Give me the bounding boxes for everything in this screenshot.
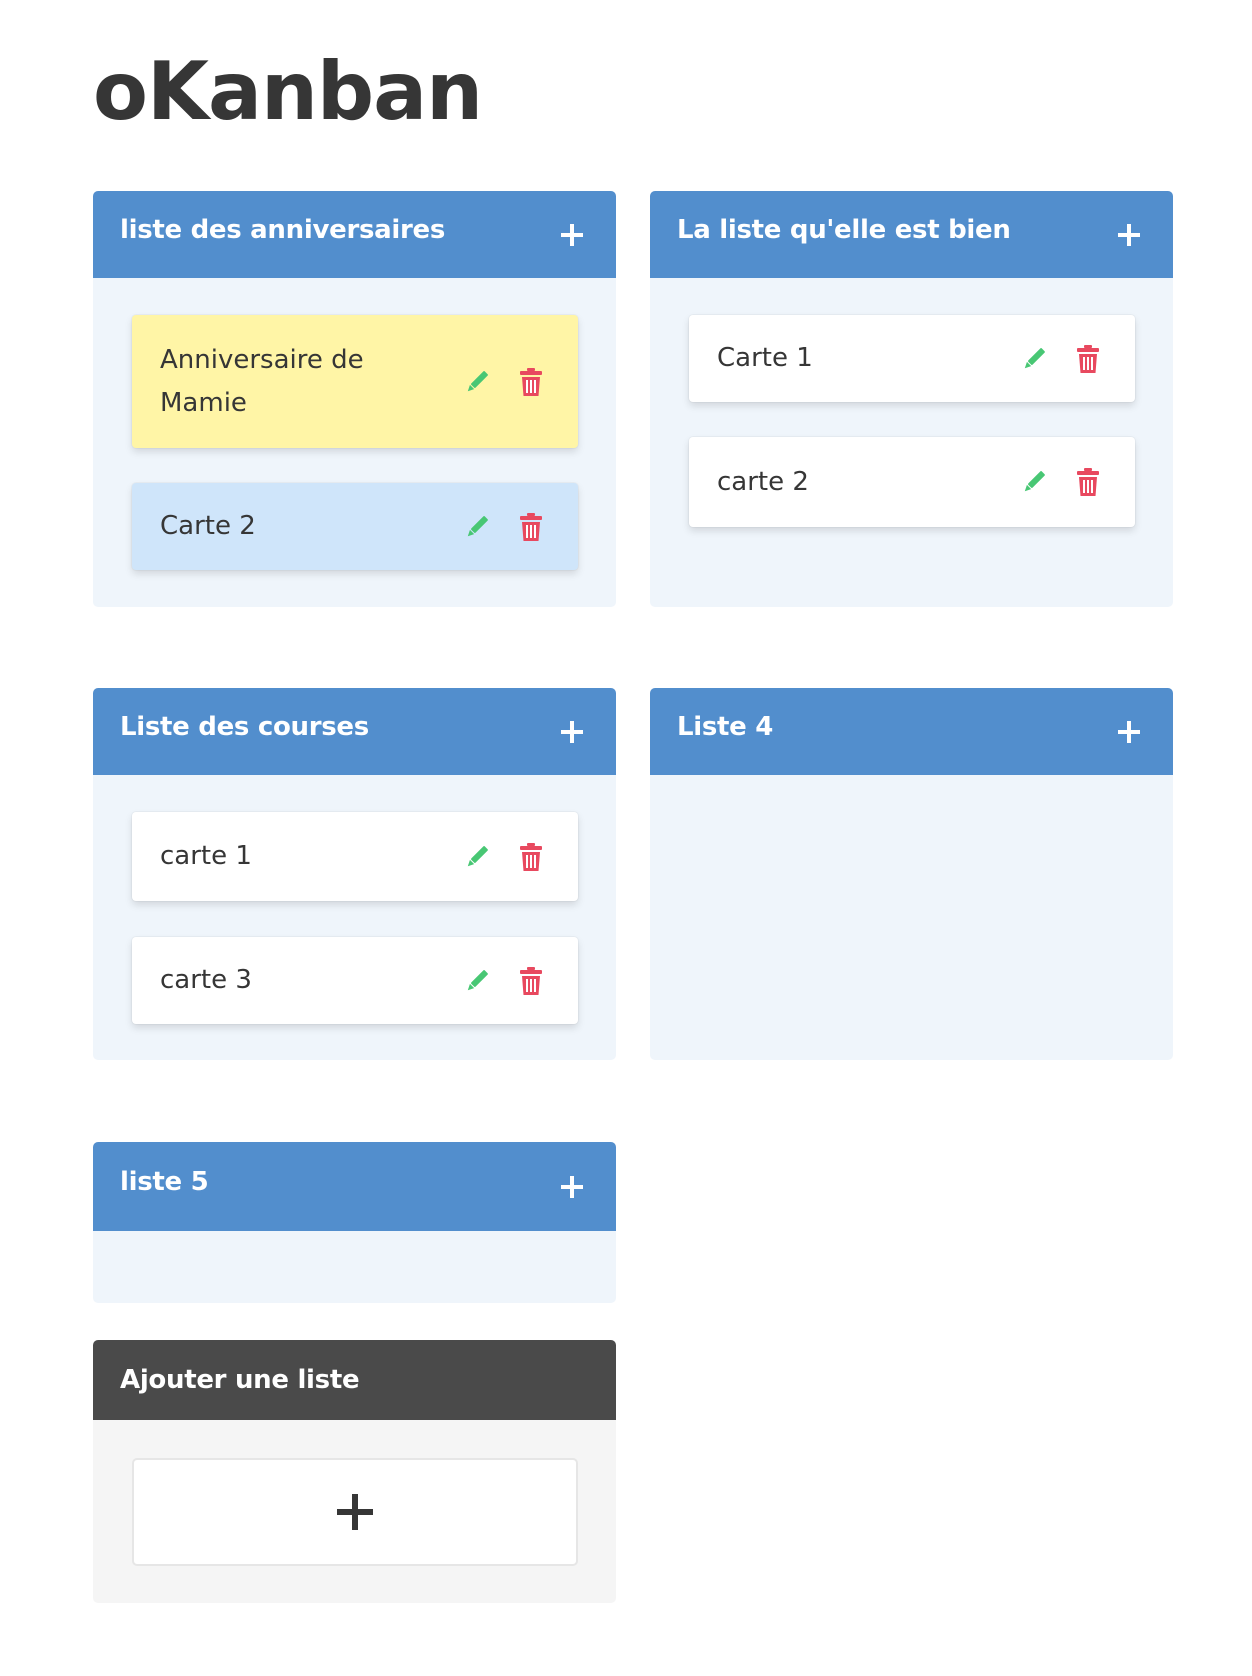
list-header: liste des anniversaires: [93, 191, 616, 278]
add-card-button[interactable]: [556, 219, 588, 251]
add-card-button[interactable]: [556, 1171, 588, 1203]
add-card-button[interactable]: [1113, 716, 1145, 748]
kanban-page: oKanban liste des anniversaires Annivers…: [0, 0, 1252, 1676]
list-header: Liste des courses: [93, 688, 616, 775]
edit-card-button[interactable]: [462, 965, 492, 997]
card[interactable]: carte 3: [132, 937, 578, 1024]
edit-card-button[interactable]: [1019, 466, 1049, 498]
list-header: Liste 4: [650, 688, 1173, 775]
add-list-panel: Ajouter une liste: [93, 1340, 616, 1603]
pencil-icon: [1024, 471, 1045, 492]
trash-icon: [1077, 468, 1099, 496]
trash-icon: [1077, 344, 1099, 373]
delete-card-button[interactable]: [516, 366, 546, 398]
card-text: Carte 2: [160, 511, 256, 541]
card-text: carte 3: [160, 965, 252, 995]
add-card-button[interactable]: [1113, 219, 1145, 251]
add-card-button[interactable]: [556, 716, 588, 748]
list-title[interactable]: Liste des courses: [120, 712, 556, 742]
list-header: La liste qu'elle est bien: [650, 191, 1173, 278]
edit-card-button[interactable]: [1019, 343, 1049, 375]
delete-card-button[interactable]: [516, 511, 546, 543]
delete-card-button[interactable]: [516, 841, 546, 873]
pencil-icon: [467, 845, 488, 866]
list-header: liste 5: [93, 1142, 616, 1231]
plus-icon: [1118, 720, 1140, 743]
delete-card-button[interactable]: [1073, 343, 1103, 375]
trash-icon: [520, 842, 542, 871]
app-title: oKanban: [93, 45, 483, 138]
card-actions: [462, 841, 546, 873]
card-actions: [462, 965, 546, 997]
card[interactable]: Carte 1: [689, 315, 1135, 402]
trash-icon: [520, 367, 542, 396]
card[interactable]: carte 1: [132, 812, 578, 901]
card-actions: [462, 511, 546, 543]
add-list-button[interactable]: [132, 1458, 578, 1566]
plus-icon: [1118, 223, 1140, 246]
pencil-icon: [467, 969, 488, 990]
card[interactable]: carte 2: [689, 437, 1135, 527]
list-title[interactable]: liste 5: [120, 1167, 556, 1197]
pencil-icon: [467, 515, 488, 536]
trash-icon: [520, 966, 542, 995]
card-text: Carte 1: [717, 343, 813, 373]
card-text: Anniversaire de Mamie: [160, 344, 364, 418]
plus-icon: [561, 223, 583, 246]
pencil-icon: [467, 370, 488, 391]
add-list-title: Ajouter une liste: [120, 1365, 360, 1395]
pencil-icon: [1024, 347, 1045, 368]
edit-card-button[interactable]: [462, 366, 492, 398]
delete-card-button[interactable]: [1073, 466, 1103, 498]
card-actions: [1019, 343, 1103, 375]
list-liste-5: liste 5: [93, 1142, 616, 1303]
edit-card-button[interactable]: [462, 841, 492, 873]
list-title[interactable]: Liste 4: [677, 712, 1113, 742]
list-liste-4: Liste 4: [650, 688, 1173, 1060]
card-text: carte 1: [160, 841, 252, 871]
list-courses: Liste des courses carte 1 carte 3: [93, 688, 616, 1060]
list-title[interactable]: liste des anniversaires: [120, 215, 556, 245]
card-actions: [462, 366, 546, 398]
delete-card-button[interactable]: [516, 965, 546, 997]
add-list-header: Ajouter une liste: [93, 1340, 616, 1420]
plus-icon: [337, 1494, 373, 1530]
edit-card-button[interactable]: [462, 511, 492, 543]
trash-icon: [520, 512, 542, 541]
list-title[interactable]: La liste qu'elle est bien: [677, 215, 1113, 245]
plus-icon: [561, 1175, 583, 1198]
card[interactable]: Carte 2: [132, 483, 578, 570]
list-anniversaires: liste des anniversaires Anniversaire de …: [93, 191, 616, 607]
card[interactable]: Anniversaire de Mamie: [132, 315, 578, 448]
list-la-liste-quelle-est-bien: La liste qu'elle est bien Carte 1 carte …: [650, 191, 1173, 607]
card-text: carte 2: [717, 466, 809, 497]
card-actions: [1019, 466, 1103, 498]
plus-icon: [561, 720, 583, 743]
